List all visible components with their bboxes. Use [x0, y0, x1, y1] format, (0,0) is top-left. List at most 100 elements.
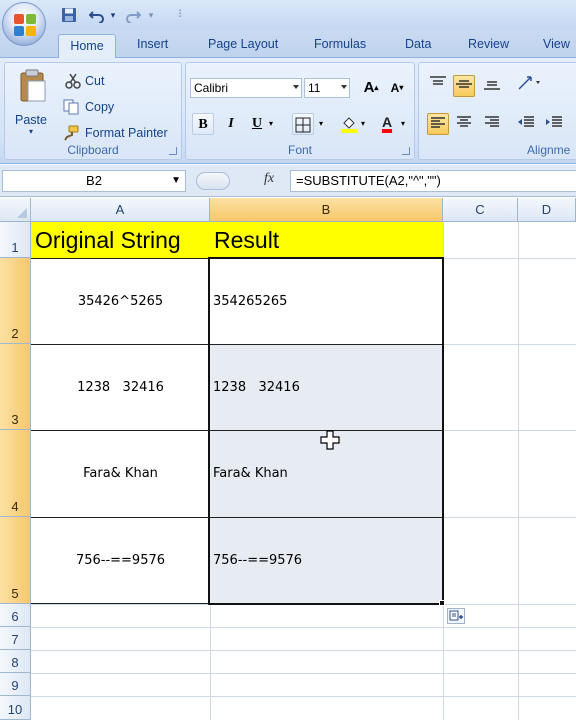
borders-button[interactable] [292, 113, 314, 135]
redo-icon[interactable] [124, 7, 142, 24]
formula-input[interactable]: =SUBSTITUTE(A2,"^","") [290, 170, 576, 192]
cell-a1[interactable]: Original String [31, 222, 210, 258]
shrink-font-button[interactable]: A▾ [386, 77, 408, 99]
fill-handle[interactable] [439, 600, 445, 606]
tab-data[interactable]: Data [405, 37, 431, 51]
borders-dropdown-icon[interactable]: ▾ [316, 113, 326, 135]
gridline [31, 627, 576, 628]
copy-icon [63, 99, 79, 115]
grow-font-icon: A [363, 79, 375, 96]
tab-formulas[interactable]: Formulas [314, 37, 366, 51]
align-right-button[interactable] [481, 113, 503, 135]
cell-a5[interactable]: 756--==9576 [31, 553, 210, 568]
align-center-button[interactable] [453, 113, 475, 135]
row-header-4[interactable]: 4 [0, 430, 31, 517]
customize-icon[interactable]: ⫶ [174, 7, 186, 23]
cell-a2[interactable]: 35426^5265 [31, 294, 210, 309]
cell-a4[interactable]: Fara& Khan [31, 466, 210, 481]
align-left-button[interactable] [427, 113, 449, 135]
increase-indent-icon [546, 116, 562, 127]
font-color-button[interactable]: A [376, 111, 398, 133]
bold-button[interactable]: B [192, 113, 214, 135]
cell-a3[interactable]: 1238 32416 [31, 380, 210, 395]
cut-icon [65, 73, 81, 89]
office-button[interactable] [2, 2, 46, 46]
row-number: 8 [11, 655, 19, 670]
ribbon-tabs: Home Insert Page Layout Formulas Data Re… [0, 30, 576, 59]
clipboard-group-label: Clipboard [67, 143, 119, 157]
tab-home[interactable]: Home [58, 34, 116, 59]
font-color-dropdown-icon[interactable]: ▾ [398, 113, 408, 135]
row-header-2[interactable]: 2 [0, 258, 31, 344]
chevron-down-icon [293, 85, 299, 89]
tab-review[interactable]: Review [468, 37, 509, 51]
tab-page-layout[interactable]: Page Layout [208, 37, 278, 51]
align-center-icon [457, 116, 471, 127]
italic-button[interactable]: I [220, 113, 242, 135]
title-bar: ▾ ▾ ⫶ [0, 0, 576, 30]
ribbon: Paste ▾ Cut Copy Format Painter Clipboar… [0, 58, 576, 164]
select-all-button[interactable] [0, 198, 31, 222]
name-box-value: B2 [86, 173, 102, 188]
middle-align-icon [456, 80, 472, 88]
column-header-c[interactable]: C [443, 198, 518, 222]
paste-options-button[interactable] [447, 608, 465, 624]
row-header-10[interactable]: 10 [0, 696, 31, 720]
cut-button[interactable]: Cut [85, 74, 104, 88]
column-header-a[interactable]: A [31, 198, 210, 222]
increase-indent-button[interactable] [543, 113, 565, 135]
cell-b1[interactable]: Result [210, 222, 443, 258]
fill-color-dropdown-icon[interactable]: ▾ [358, 113, 368, 135]
font-launcher-icon[interactable] [402, 147, 410, 155]
row-header-8[interactable]: 8 [0, 650, 31, 673]
alignment-group-label: Alignme [527, 143, 571, 157]
row-header-5[interactable]: 5 [0, 517, 31, 604]
undo-dropdown-icon[interactable]: ▾ [108, 7, 118, 23]
row-header-6[interactable]: 6 [0, 604, 31, 627]
underline-button[interactable]: U [246, 113, 268, 135]
tab-view[interactable]: View [543, 37, 570, 51]
column-header-d[interactable]: D [518, 198, 576, 222]
middle-align-button[interactable] [453, 75, 475, 97]
underline-dropdown-icon[interactable]: ▾ [266, 113, 276, 135]
redo-dropdown-icon[interactable]: ▾ [146, 7, 156, 23]
align-right-icon [485, 116, 499, 127]
chevron-down-icon [341, 85, 347, 89]
top-align-icon [430, 76, 446, 85]
row-header-3[interactable]: 3 [0, 344, 31, 430]
column-header-b[interactable]: B [210, 198, 443, 222]
insert-function-icon[interactable]: fx [264, 171, 274, 187]
borders-icon [295, 117, 311, 133]
bottom-align-icon [484, 81, 500, 90]
row-number: 1 [11, 240, 19, 255]
font-size-select[interactable]: 11 [304, 78, 350, 98]
row-header-1[interactable]: 1 [0, 222, 31, 258]
save-icon[interactable] [60, 7, 78, 23]
format-painter-button[interactable]: Format Painter [85, 126, 168, 140]
tab-insert[interactable]: Insert [137, 37, 168, 51]
font-name-select[interactable]: Calibri [190, 78, 302, 98]
formula-bar-handle[interactable] [196, 172, 230, 190]
alignment-group: Alignme [418, 62, 576, 160]
gridline [31, 673, 576, 674]
top-align-button[interactable] [427, 75, 449, 97]
bottom-align-button[interactable] [481, 75, 503, 97]
row-header-7[interactable]: 7 [0, 627, 31, 650]
decrease-indent-button[interactable] [515, 113, 537, 135]
formula-bar: B2 ▼ fx =SUBSTITUTE(A2,"^","") [0, 165, 576, 197]
fill-color-button[interactable] [338, 113, 360, 135]
paste-options-icon [449, 610, 463, 621]
paste-dropdown-icon: ▾ [29, 127, 34, 136]
font-color-icon: A [381, 114, 393, 130]
grow-font-button[interactable]: A▴ [360, 77, 382, 99]
copy-button[interactable]: Copy [85, 100, 114, 114]
row-header-9[interactable]: 9 [0, 673, 31, 696]
font-name-value: Calibri [194, 81, 229, 95]
paste-button[interactable]: Paste ▾ [13, 67, 53, 139]
name-box[interactable]: B2 ▼ [2, 170, 186, 192]
undo-icon[interactable] [88, 7, 106, 24]
row-number: 5 [11, 586, 19, 601]
chevron-down-icon: ▼ [171, 175, 181, 186]
orientation-button[interactable] [515, 75, 545, 97]
clipboard-launcher-icon[interactable] [169, 147, 177, 155]
